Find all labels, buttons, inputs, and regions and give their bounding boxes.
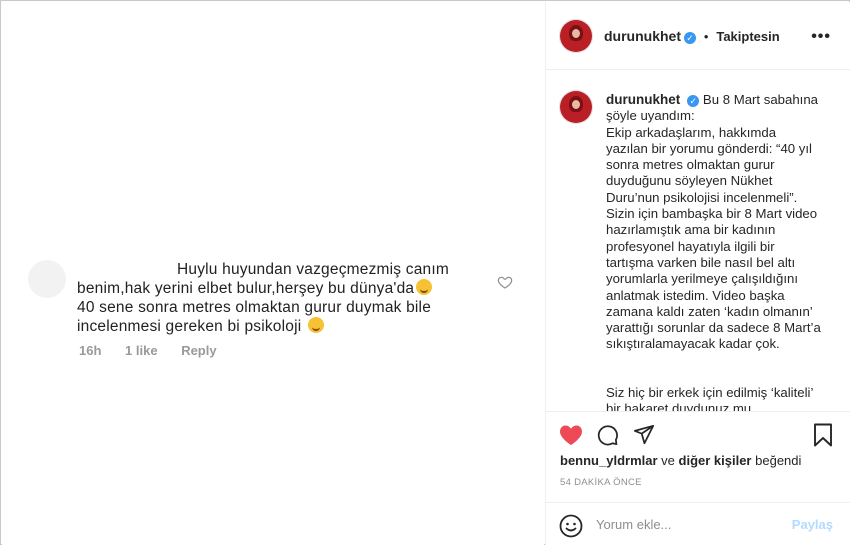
post-image: Huylu huyundan vazgeçmezmiş canım benim,… xyxy=(2,2,544,545)
like-heart-icon[interactable] xyxy=(559,424,583,446)
liked-by-and: ve xyxy=(661,453,675,468)
instagram-post-window: Huylu huyundan vazgeçmezmiş canım benim,… xyxy=(0,0,850,545)
share-icon[interactable] xyxy=(633,424,655,446)
post-actions: bennu_yldrmlar ve diğer kişiler beğendi … xyxy=(546,411,850,545)
comment-line-4: incelenmesi gereken bi psikoloji xyxy=(77,317,487,336)
emoji-smiley-icon[interactable] xyxy=(559,514,583,538)
caption-text: durunukhet ✓ Bu 8 Mart sabahına şöyle uya… xyxy=(606,92,821,411)
caption-scroll-area[interactable]: durunukhet ✓ Bu 8 Mart sabahına şöyle uya… xyxy=(546,71,850,411)
caption-verified-badge-icon: ✓ xyxy=(687,95,700,107)
liked-by-others[interactable]: diğer kişiler xyxy=(679,453,752,468)
comment-line-2: benim,hak yerini elbet bulur,herşey bu d… xyxy=(77,279,487,298)
verified-badge-icon: ✓ xyxy=(684,32,696,44)
comment-likes: 1 like xyxy=(125,343,158,358)
header-avatar[interactable] xyxy=(560,20,592,52)
header-username[interactable]: durunukhet xyxy=(604,28,681,44)
header-user-info: durunukhet ✓ • Takiptesin xyxy=(604,28,780,44)
comment-heart-icon xyxy=(497,276,513,289)
liked-by-text: bennu_yldrmlar ve diğer kişiler beğendi xyxy=(560,453,801,468)
comment-line-1: Huylu huyundan vazgeçmezmiş canım xyxy=(177,261,449,278)
follow-status-button[interactable]: Takiptesin xyxy=(716,29,779,44)
caption-username[interactable]: durunukhet xyxy=(606,92,680,107)
save-bookmark-icon[interactable] xyxy=(813,423,833,447)
comment-meta: 16h 1 like Reply xyxy=(79,343,237,358)
header-separator: • xyxy=(703,29,709,44)
winking-face-icon xyxy=(416,279,433,295)
comment-box: Yorum ekle... Paylaş xyxy=(546,502,850,545)
post-side-panel: durunukhet ✓ • Takiptesin ••• durunukhet ✓… xyxy=(545,2,850,545)
hushed-face-icon xyxy=(307,317,324,333)
post-header: durunukhet ✓ • Takiptesin ••• xyxy=(546,2,850,70)
caption-paragraph-2: Ekip arkadaşlarım, hakkımda yazılan bir … xyxy=(606,124,821,352)
comment-text: Huylu huyundan vazgeçmezmiş canım benim,… xyxy=(77,260,487,336)
liked-by-suffix: beğendi xyxy=(755,453,802,468)
post-timestamp[interactable]: 54 DAKİKA ÖNCE xyxy=(560,477,642,488)
comment-reply: Reply xyxy=(181,343,217,358)
caption-paragraph-3: Siz hiç bir erkek için edilmiş ‘kaliteli… xyxy=(606,384,813,411)
liked-by-user[interactable]: bennu_yldrmlar xyxy=(560,453,658,468)
comment-icon[interactable] xyxy=(597,424,619,446)
caption-gap xyxy=(606,353,821,369)
more-options-icon[interactable]: ••• xyxy=(811,28,831,46)
comment-input[interactable]: Yorum ekle... xyxy=(596,517,671,532)
caption-gap xyxy=(606,369,821,385)
post-comment-button[interactable]: Paylaş xyxy=(792,517,833,532)
comment-line-3: 40 sene sonra metres olmaktan gurur duym… xyxy=(77,299,432,316)
comment-avatar xyxy=(28,260,66,298)
caption-avatar[interactable] xyxy=(560,91,592,123)
comment-time: 16h xyxy=(79,343,102,358)
